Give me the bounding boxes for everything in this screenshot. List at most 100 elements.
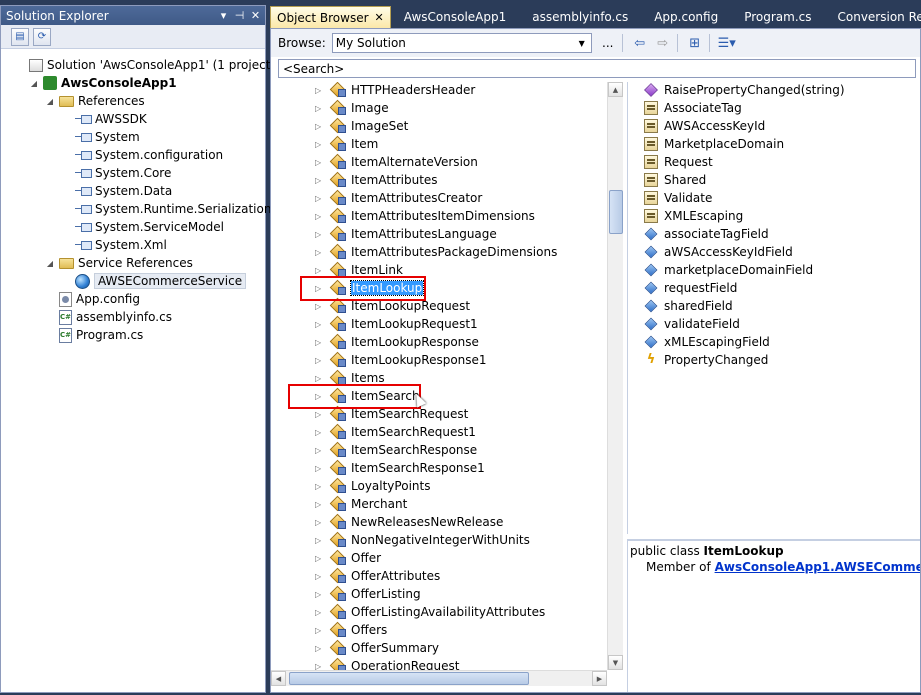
object-list-item[interactable]: ▷ OfferListing bbox=[271, 585, 421, 603]
object-list-item[interactable]: ▷ Offer bbox=[271, 549, 381, 567]
vertical-scroll-thumb[interactable] bbox=[609, 190, 623, 234]
object-list-item[interactable]: ▷ ItemAttributes bbox=[271, 171, 438, 189]
properties-icon[interactable]: ▤ bbox=[11, 27, 29, 46]
tree-item[interactable]: ◢ References bbox=[45, 92, 145, 110]
expand-arrow-icon[interactable]: ▷ bbox=[315, 482, 327, 491]
auto-hide-pin-icon[interactable]: ⊣ bbox=[233, 9, 246, 22]
expand-arrow-icon[interactable]: ▷ bbox=[315, 338, 327, 347]
expand-arrow-icon[interactable]: ▷ bbox=[315, 410, 327, 419]
member-list-item[interactable]: sharedField bbox=[644, 297, 733, 315]
member-list-item[interactable]: AWSAccessKeyId bbox=[644, 117, 765, 135]
object-list-item[interactable]: ▷ ImageSet bbox=[271, 117, 408, 135]
scroll-down-icon[interactable]: ▼ bbox=[608, 655, 623, 670]
tree-item[interactable]: App.config bbox=[45, 290, 140, 308]
expand-arrow-icon[interactable]: ▷ bbox=[315, 320, 327, 329]
browse-scope-select[interactable]: My Solution ▼ bbox=[331, 33, 592, 53]
expander-icon[interactable]: ◢ bbox=[29, 79, 39, 88]
tree-item[interactable]: Solution 'AwsConsoleApp1' (1 project) bbox=[15, 56, 275, 74]
refresh-icon[interactable]: ⟳ bbox=[33, 27, 51, 46]
expand-arrow-icon[interactable]: ▷ bbox=[315, 86, 327, 95]
expand-arrow-icon[interactable]: ▷ bbox=[315, 140, 327, 149]
member-list-item[interactable]: validateField bbox=[644, 315, 740, 333]
scroll-left-icon[interactable]: ◀ bbox=[271, 671, 286, 686]
member-list-item[interactable]: Shared bbox=[644, 171, 706, 189]
member-list-item[interactable]: Request bbox=[644, 153, 713, 171]
expand-arrow-icon[interactable]: ▷ bbox=[315, 374, 327, 383]
scroll-up-icon[interactable]: ▲ bbox=[608, 82, 623, 97]
expand-arrow-icon[interactable]: ▷ bbox=[315, 356, 327, 365]
object-list-item[interactable]: ▷ ItemAttributesPackageDimensions bbox=[271, 243, 557, 261]
search-input[interactable]: <Search> bbox=[278, 59, 916, 78]
forward-arrow-icon[interactable]: ⇨ bbox=[653, 34, 673, 52]
expand-arrow-icon[interactable]: ▷ bbox=[315, 572, 327, 581]
object-list-item[interactable]: ▷ ItemSearchResponse1 bbox=[271, 459, 485, 477]
member-list-item[interactable]: requestField bbox=[644, 279, 737, 297]
expand-arrow-icon[interactable]: ▷ bbox=[315, 230, 327, 239]
tree-item[interactable]: System.Core bbox=[61, 164, 171, 182]
object-list-item[interactable]: ▷ ItemLink bbox=[271, 261, 403, 279]
expand-arrow-icon[interactable]: ▷ bbox=[315, 176, 327, 185]
object-list-item[interactable]: ▷ ItemAttributesLanguage bbox=[271, 225, 497, 243]
object-list-item[interactable]: ▷ OfferSummary bbox=[271, 639, 439, 657]
expand-arrow-icon[interactable]: ▷ bbox=[315, 302, 327, 311]
settings-dropdown-icon[interactable]: ☰▾ bbox=[717, 34, 737, 52]
member-list-item[interactable]: RaisePropertyChanged(string) bbox=[644, 82, 845, 99]
member-list-item[interactable]: Validate bbox=[644, 189, 712, 207]
expand-arrow-icon[interactable]: ▷ bbox=[315, 626, 327, 635]
object-list-item[interactable]: ▷ ItemSearch bbox=[271, 387, 420, 405]
close-icon[interactable]: ✕ bbox=[375, 11, 384, 24]
tree-item[interactable]: AWSSDK bbox=[61, 110, 147, 128]
tree-item[interactable]: System.ServiceModel bbox=[61, 218, 224, 236]
object-list-item[interactable]: ▷ ItemAttributesItemDimensions bbox=[271, 207, 535, 225]
tree-item[interactable]: AWSECommerceService bbox=[61, 272, 247, 290]
object-list-item[interactable]: ▷ OfferListingAvailabilityAttributes bbox=[271, 603, 545, 621]
back-arrow-icon[interactable]: ⇦ bbox=[630, 34, 650, 52]
object-list-item[interactable]: ▷ LoyaltyPoints bbox=[271, 477, 430, 495]
member-list-item[interactable]: associateTagField bbox=[644, 225, 769, 243]
object-list-item[interactable]: ▷ Image bbox=[271, 99, 389, 117]
expand-arrow-icon[interactable]: ▷ bbox=[315, 464, 327, 473]
object-list-item[interactable]: ▷ HTTPHeadersHeader bbox=[271, 82, 475, 99]
expand-arrow-icon[interactable]: ▷ bbox=[315, 644, 327, 653]
object-list-item[interactable]: ▷ Offers bbox=[271, 621, 387, 639]
tab-conversion-report[interactable]: Conversion Report bbox=[825, 6, 921, 28]
object-list-item[interactable]: ▷ ItemSearchRequest1 bbox=[271, 423, 476, 441]
tree-item[interactable]: C# assemblyinfo.cs bbox=[45, 308, 172, 326]
object-list-item[interactable]: ▷ ItemAlternateVersion bbox=[271, 153, 478, 171]
scroll-right-icon[interactable]: ▶ bbox=[592, 671, 607, 686]
expand-arrow-icon[interactable]: ▷ bbox=[315, 554, 327, 563]
expand-arrow-icon[interactable]: ▷ bbox=[315, 266, 327, 275]
object-list-item[interactable]: ▷ ItemLookupRequest1 bbox=[271, 315, 478, 333]
expand-arrow-icon[interactable]: ▷ bbox=[315, 518, 327, 527]
tree-item[interactable]: System.Runtime.Serialization bbox=[61, 200, 271, 218]
member-list-item[interactable]: aWSAccessKeyIdField bbox=[644, 243, 793, 261]
object-list-item[interactable]: ▷ ItemLookupRequest bbox=[271, 297, 470, 315]
expand-arrow-icon[interactable]: ▷ bbox=[315, 428, 327, 437]
expander-icon[interactable]: ◢ bbox=[45, 97, 55, 106]
customize-scope-button[interactable]: ... bbox=[598, 36, 618, 50]
expand-arrow-icon[interactable]: ▷ bbox=[315, 392, 327, 401]
object-list-item[interactable]: ▷ Items bbox=[271, 369, 385, 387]
namespace-link[interactable]: AwsConsoleApp1.AWSECommerceService bbox=[715, 560, 920, 574]
tab-program-cs[interactable]: Program.cs bbox=[731, 6, 824, 28]
window-position-icon[interactable]: ▾ bbox=[217, 9, 230, 22]
object-list-item[interactable]: ▷ ItemAttributesCreator bbox=[271, 189, 482, 207]
tree-item[interactable]: ◢ Service References bbox=[45, 254, 193, 272]
tab-app-config[interactable]: App.config bbox=[641, 6, 731, 28]
horizontal-scroll-thumb[interactable] bbox=[289, 672, 529, 685]
expand-arrow-icon[interactable]: ▷ bbox=[315, 122, 327, 131]
expand-arrow-icon[interactable]: ▷ bbox=[315, 500, 327, 509]
member-list-item[interactable]: xMLEscapingField bbox=[644, 333, 770, 351]
expand-arrow-icon[interactable]: ▷ bbox=[315, 536, 327, 545]
object-list-item[interactable]: ▷ ItemLookupResponse1 bbox=[271, 351, 487, 369]
tree-item[interactable]: ◢ AwsConsoleApp1 bbox=[29, 74, 177, 92]
expand-arrow-icon[interactable]: ▷ bbox=[315, 446, 327, 455]
object-list-item[interactable]: ▷ NonNegativeIntegerWithUnits bbox=[271, 531, 530, 549]
expand-arrow-icon[interactable]: ▷ bbox=[315, 590, 327, 599]
object-list-item[interactable]: ▷ NewReleasesNewRelease bbox=[271, 513, 503, 531]
tree-item[interactable]: System.configuration bbox=[61, 146, 223, 164]
tree-item[interactable]: System bbox=[61, 128, 140, 146]
object-list-item[interactable]: ▷ Item bbox=[271, 135, 378, 153]
expand-arrow-icon[interactable]: ▷ bbox=[315, 194, 327, 203]
expand-arrow-icon[interactable]: ▷ bbox=[315, 104, 327, 113]
